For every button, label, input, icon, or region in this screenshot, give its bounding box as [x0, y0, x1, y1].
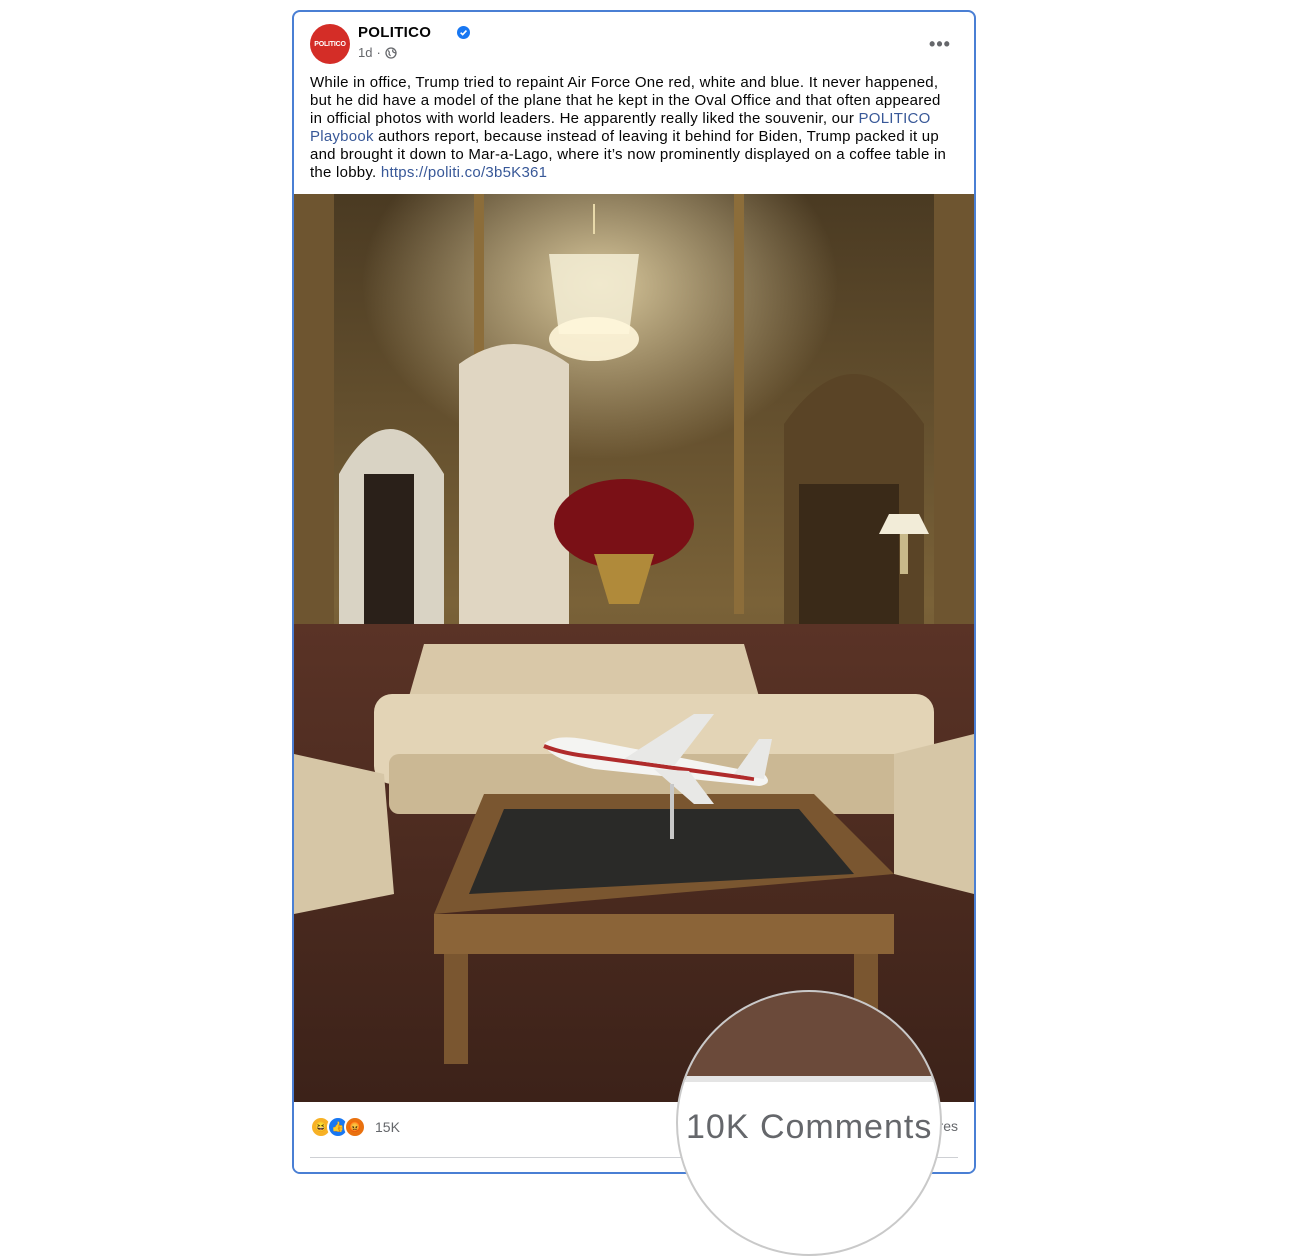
article-url-link[interactable]: https://politi.co/3b5K361 [381, 164, 547, 181]
avatar-logo-text: POLITICO [314, 40, 346, 48]
magnified-divider [678, 1076, 940, 1082]
comments-magnifier: 10K Comments [676, 990, 942, 1256]
comments-count-link[interactable]: 10K Comments [686, 1108, 932, 1147]
more-options-icon[interactable]: ••• [922, 30, 958, 58]
globe-icon [385, 46, 397, 59]
reactions-summary[interactable]: 😆 👍 😡 15K [310, 1116, 400, 1138]
reaction-count: 15K [375, 1119, 400, 1135]
verified-badge-icon [457, 26, 470, 39]
magnified-photo-carpet [678, 992, 940, 1080]
avatar[interactable]: POLITICO [310, 24, 350, 64]
post-text-part-1: While in office, Trump tried to repaint … [310, 74, 941, 127]
post-text: While in office, Trump tried to repaint … [310, 74, 950, 182]
meta-separator: · [376, 45, 381, 60]
page-name[interactable]: POLITICO [358, 24, 431, 41]
angry-reaction-icon: 😡 [344, 1116, 366, 1138]
post-header: POLITICO POLITICO 1d · ••• [310, 24, 958, 68]
post-meta: 1d · [358, 45, 397, 60]
post-photo[interactable] [294, 194, 974, 1102]
timestamp[interactable]: 1d [358, 45, 372, 60]
